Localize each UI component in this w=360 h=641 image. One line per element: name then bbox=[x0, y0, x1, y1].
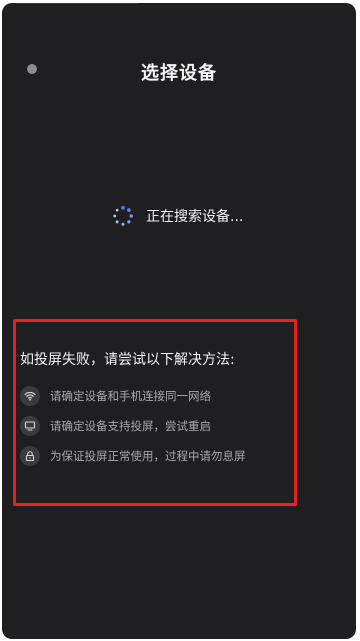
app-window: 选择设备 正在搜索设备... 如投屏失败，请尝试以下解决方法: 请确定设备和手机… bbox=[0, 0, 360, 641]
monitor-icon bbox=[20, 416, 40, 436]
page-title: 选择设备 bbox=[141, 63, 217, 84]
device-picker-panel: 选择设备 正在搜索设备... 如投屏失败，请尝试以下解决方法: 请确定设备和手机… bbox=[2, 3, 356, 639]
loading-spinner-icon bbox=[113, 205, 133, 226]
troubleshoot-tips: 如投屏失败，请尝试以下解决方法: 请确定设备和手机连接同一网络 请确定设备支持投… bbox=[20, 349, 340, 476]
panel-top-edge bbox=[16, 3, 138, 4]
tip-text: 为保证投屏正常使用，过程中请勿息屏 bbox=[50, 449, 246, 463]
wifi-icon bbox=[20, 386, 40, 406]
tip-text: 请确定设备和手机连接同一网络 bbox=[50, 389, 211, 403]
lock-icon bbox=[20, 446, 40, 466]
tip-item-network: 请确定设备和手机连接同一网络 bbox=[20, 386, 340, 406]
searching-status: 正在搜索设备... bbox=[112, 204, 243, 228]
tip-text: 请确定设备支持投屏，尝试重启 bbox=[50, 419, 211, 433]
searching-label: 正在搜索设备... bbox=[146, 209, 244, 225]
tip-item-screen-on: 为保证投屏正常使用，过程中请勿息屏 bbox=[20, 446, 340, 466]
tip-item-support: 请确定设备支持投屏，尝试重启 bbox=[20, 416, 340, 436]
tips-heading: 如投屏失败，请尝试以下解决方法: bbox=[20, 352, 235, 368]
